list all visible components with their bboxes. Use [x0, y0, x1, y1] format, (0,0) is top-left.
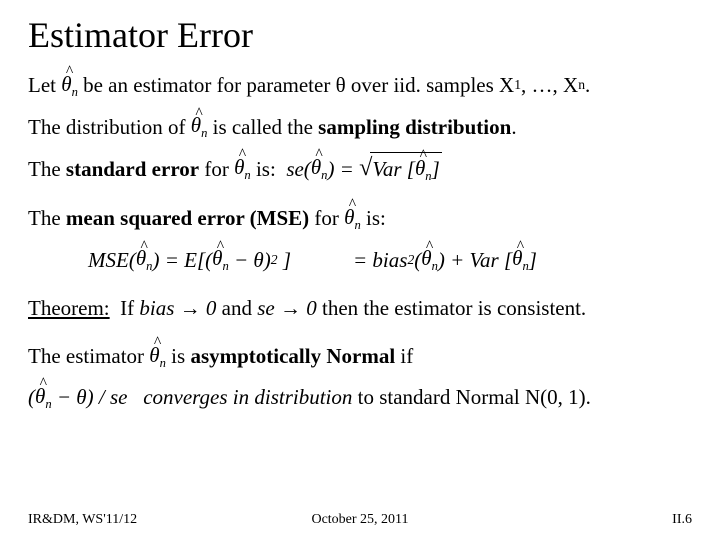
theta-hat-n: ^θn [35, 382, 52, 413]
text: for [309, 204, 344, 232]
term-asymptotically-normal: asymptotically Normal [190, 342, 395, 370]
zero: 0 [201, 294, 217, 322]
term-converges: converges in distribution [143, 383, 352, 411]
subscript: n [578, 76, 585, 94]
text: then the estimator is consistent. [317, 294, 586, 322]
text: to standard Normal N(0, 1). [352, 383, 591, 411]
text: is: [361, 204, 386, 232]
theta-hat-n: ^θn [421, 246, 438, 274]
footer-right: II.6 [582, 512, 692, 528]
line-theorem: Theorem: If bias → 0 and se → 0 then the… [28, 294, 692, 322]
term-sampling-distribution: sampling distribution [318, 113, 511, 141]
subscript: 1 [514, 76, 521, 94]
theta-symbol: θ [336, 71, 346, 99]
term-mse: mean squared error (MSE) [66, 204, 309, 232]
theta-hat-n: ^θn [212, 246, 229, 274]
se-var: se [257, 294, 275, 322]
theta-hat-n: ^θn [311, 153, 328, 184]
text: The [28, 155, 66, 183]
text: is called the [207, 113, 318, 141]
line-converges: ( ^θn − θ) / se converges in distributio… [28, 382, 692, 413]
theta-hat-n: ^θn [136, 246, 153, 274]
sqrt: √ Var [ ^θn ] [359, 152, 442, 185]
zero: 0 [301, 294, 317, 322]
se-formula: se( ^θn ) = √ Var [ ^θn ] [286, 152, 441, 185]
theta-hat-n: ^θn [344, 203, 361, 234]
mse-equation: MSE( ^θn ) = E[( ^θn − θ)2 ] = bias2 ( ^… [88, 246, 537, 278]
text: The distribution of [28, 113, 191, 141]
theta-hat-n: ^θn [191, 111, 208, 142]
slide-title: Estimator Error [28, 14, 692, 56]
text: Let [28, 71, 61, 99]
text: . [511, 113, 516, 141]
text: is [166, 342, 191, 370]
mse-row-1: MSE( ^θn ) = E[( ^θn − θ)2 ] [88, 246, 291, 274]
text: if [395, 342, 413, 370]
line-distribution: The distribution of ^θn is called the sa… [28, 111, 692, 142]
line-asymptotic: The estimator ^θn is asymptotically Norm… [28, 341, 692, 372]
slide: Estimator Error Let ^θn be an estimator … [0, 0, 720, 540]
normalized-formula: ( ^θn − θ) / se [28, 382, 143, 413]
text: is: [251, 155, 287, 183]
line-mse: The mean squared error (MSE) for ^θn is: [28, 203, 692, 234]
footer-center: October 25, 2011 [138, 512, 582, 528]
theorem-label: Theorem: [28, 294, 110, 322]
text: over iid. samples X [346, 71, 515, 99]
bias-var: bias [139, 294, 174, 322]
hat-caret: ^ [66, 61, 73, 82]
arrow-icon: → [174, 294, 200, 322]
text: . [585, 71, 590, 99]
theta-hat-n: ^θn [512, 246, 529, 274]
superscript: 2 [407, 252, 414, 268]
mse-row-2: = bias2 ( ^θn ) + Var [ ^θn ] [353, 246, 537, 274]
footer-left: IR&DM, WS'11/12 [28, 512, 138, 528]
text: be an estimator for parameter [78, 71, 336, 99]
theta-hat-n: ^θn [149, 341, 166, 372]
arrow-icon: → [275, 294, 301, 322]
theta-hat-n: ^θn [415, 154, 432, 185]
term-standard-error: standard error [66, 155, 199, 183]
text: for [199, 155, 234, 183]
superscript: 2 [271, 252, 278, 268]
text: and [216, 294, 257, 322]
theta-hat-n: ^θn [234, 153, 251, 184]
footer: IR&DM, WS'11/12 October 25, 2011 II.6 [0, 512, 720, 528]
text: , …, X [521, 71, 578, 99]
text: The estimator [28, 342, 149, 370]
line-let: Let ^θn be an estimator for parameter θ … [28, 70, 692, 101]
text: If [110, 294, 140, 322]
line-standard-error: The standard error for ^θn is: se( ^θn )… [28, 152, 692, 185]
theta-hat-n: ^θn [61, 70, 78, 101]
text: The [28, 204, 66, 232]
